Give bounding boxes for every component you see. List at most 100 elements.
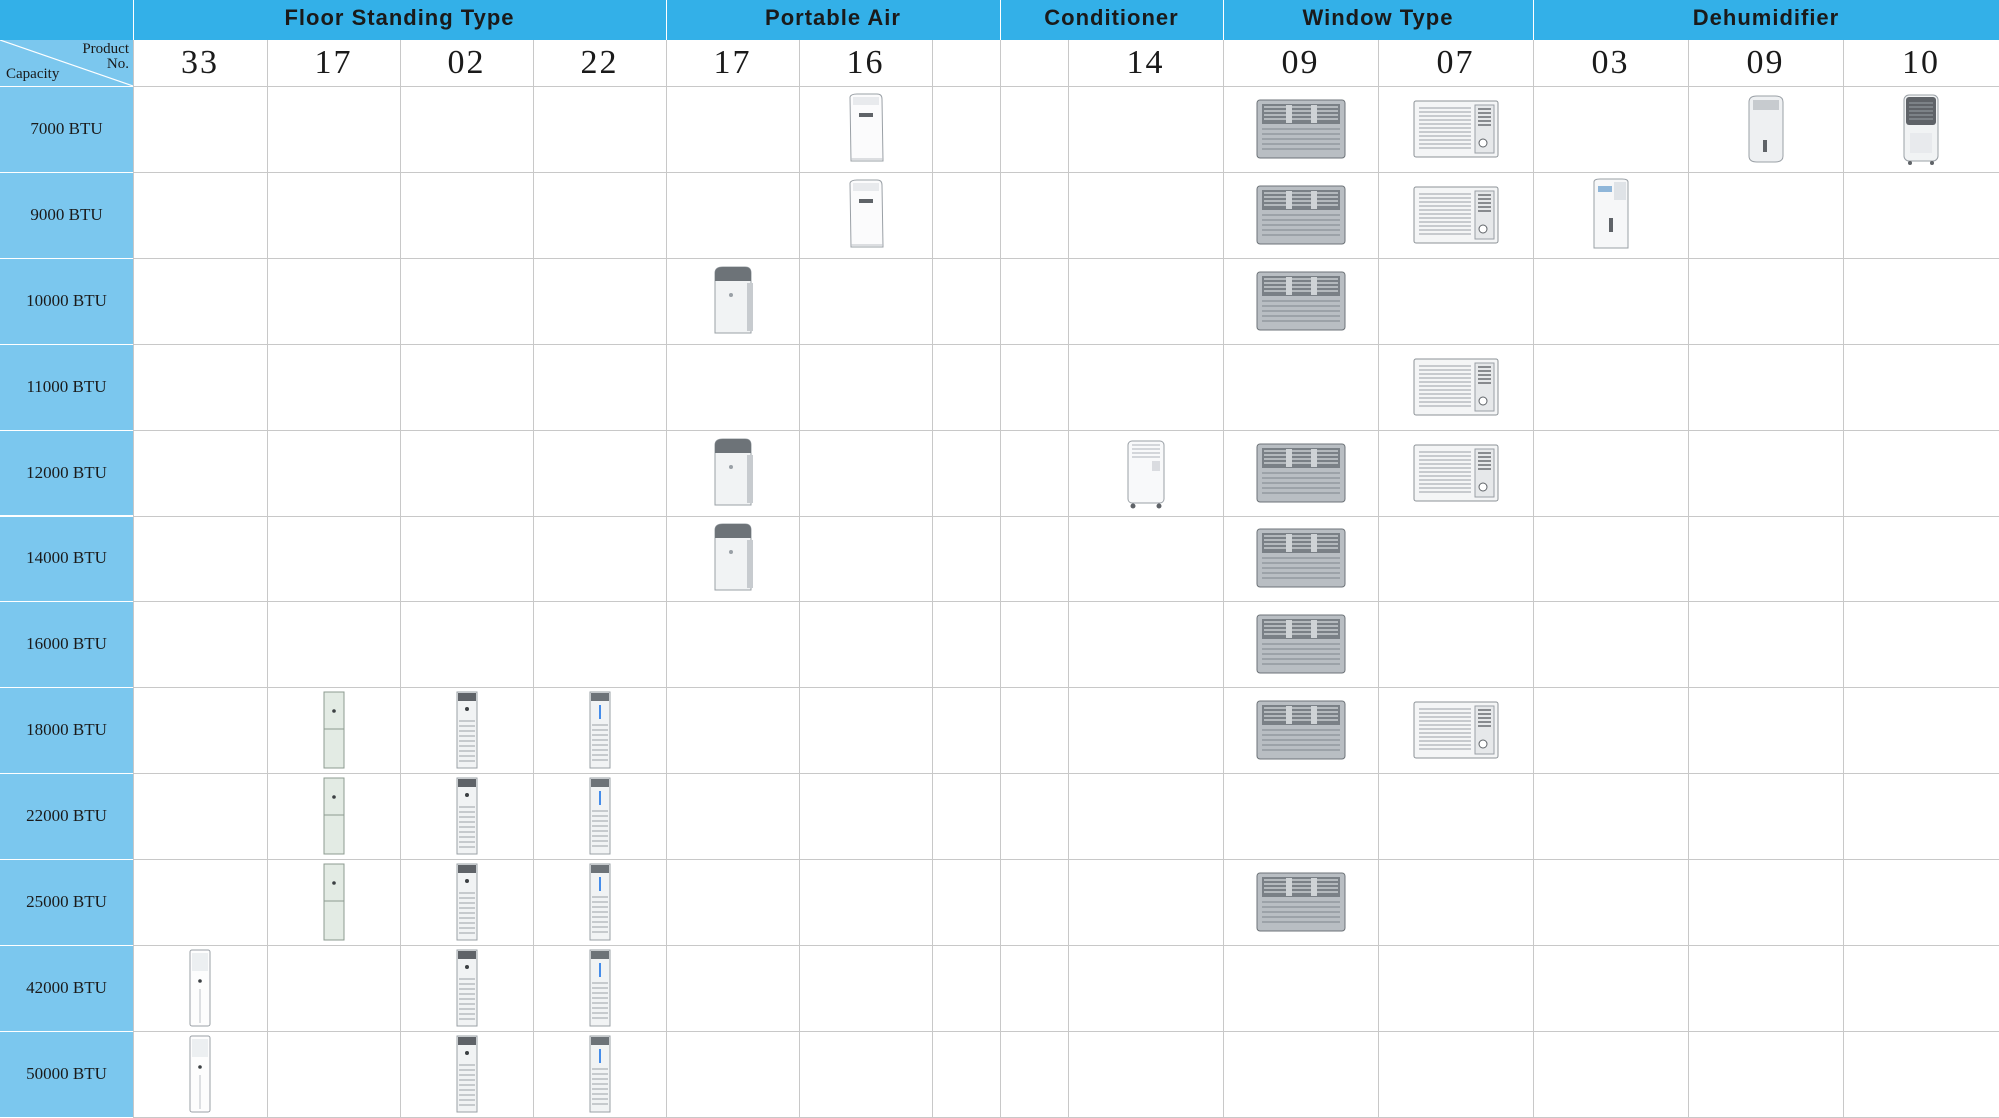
- portable-a-unit-icon: [714, 266, 753, 334]
- column-product-number: 07: [1436, 44, 1475, 81]
- grid-column-line: [533, 40, 534, 1117]
- dehum-a-unit-icon: [1748, 95, 1783, 163]
- grid-row-line: [133, 1030, 1999, 1032]
- header-separator: [1000, 0, 1001, 40]
- window-b-unit-icon: [1413, 358, 1498, 416]
- portable-c-unit-icon: [1127, 440, 1164, 509]
- category-header-window-type: Window Type: [1223, 0, 1533, 40]
- label-row-divider: [0, 601, 133, 603]
- column-product-number: 22: [580, 44, 619, 81]
- table-corner-cell: Product No. Capacity: [0, 40, 133, 86]
- column-product-number: 09: [1746, 44, 1785, 81]
- category-header-conditioner: Conditioner: [1000, 0, 1223, 40]
- row-capacity-label: 9000 BTU: [0, 171, 133, 258]
- corner-no-label: No.: [106, 56, 129, 72]
- floor-a-unit-icon: [189, 1035, 211, 1113]
- row-capacity-label: 10000 BTU: [0, 257, 133, 344]
- grid-row-line: [133, 859, 1999, 861]
- label-row-divider: [0, 86, 133, 87]
- portable-b-unit-icon: [848, 93, 884, 162]
- column-product-number: 14: [1126, 44, 1165, 81]
- column-product-number: 10: [1902, 44, 1940, 81]
- window-a-unit-icon: [1256, 528, 1345, 588]
- grid-column-line: [1533, 40, 1534, 1117]
- header-separator: [1533, 0, 1534, 40]
- floor-c-unit-icon: [456, 863, 477, 941]
- row-capacity-label: 11000 BTU: [0, 343, 133, 430]
- grid-column-line: [799, 40, 800, 1117]
- row-capacity-label: 14000 BTU: [0, 515, 133, 602]
- header-separator: [133, 0, 134, 40]
- grid-row-line: [133, 343, 1999, 345]
- grid-column-line: [1843, 40, 1844, 1117]
- column-product-number: 03: [1591, 44, 1630, 81]
- label-row-divider: [0, 945, 133, 946]
- dehum-b-unit-icon: [1903, 94, 1939, 165]
- window-a-unit-icon: [1256, 614, 1345, 674]
- row-capacity-label: 22000 BTU: [0, 773, 133, 860]
- grid-column-line: [1068, 40, 1069, 1117]
- floor-b-unit-icon: [323, 777, 344, 855]
- corner-capacity-label: Capacity: [6, 66, 60, 82]
- header-separator: [1223, 0, 1224, 40]
- floor-d-unit-icon: [589, 949, 610, 1027]
- column-product-number: [932, 40, 1000, 86]
- floor-d-unit-icon: [589, 691, 610, 769]
- portable-a-unit-icon: [714, 438, 753, 506]
- grid-row-line: [133, 515, 1999, 517]
- row-capacity-label: 18000 BTU: [0, 687, 133, 774]
- grid-row-line: [133, 171, 1999, 173]
- header-separator: [666, 0, 667, 40]
- grid-column-line: [400, 40, 401, 1117]
- column-product-number: 33: [181, 44, 219, 81]
- grid-row-line: [133, 687, 1999, 689]
- dehum-c-unit-icon: [1593, 178, 1628, 249]
- grid-row-line: [133, 86, 1999, 87]
- grid-column-line: [1688, 40, 1689, 1117]
- floor-b-unit-icon: [323, 691, 344, 769]
- grid-column-line: [666, 40, 667, 1117]
- grid-column-line: [267, 40, 268, 1117]
- window-a-unit-icon: [1256, 872, 1345, 932]
- column-product-number: 16: [846, 44, 885, 81]
- column-product-number: 17: [713, 44, 752, 81]
- product-capacity-table: Floor Standing Type Portable Air Condition…: [0, 0, 1999, 1118]
- window-a-unit-icon: [1256, 700, 1345, 760]
- row-capacity-label: 25000 BTU: [0, 859, 133, 945]
- window-a-unit-icon: [1256, 185, 1345, 245]
- floor-d-unit-icon: [589, 1035, 610, 1113]
- floor-c-unit-icon: [456, 691, 477, 769]
- label-row-divider: [0, 515, 133, 517]
- label-row-divider: [0, 1030, 133, 1032]
- window-b-unit-icon: [1413, 701, 1498, 759]
- grid-column-line: [1223, 40, 1224, 1117]
- label-row-divider: [0, 687, 133, 689]
- grid-column-line: [133, 40, 134, 1117]
- window-a-unit-icon: [1256, 271, 1345, 331]
- column-product-number: 02: [447, 44, 486, 81]
- window-a-unit-icon: [1256, 443, 1345, 503]
- category-header-portable-air: Portable Air: [666, 0, 1000, 40]
- grid-row-line: [133, 945, 1999, 946]
- label-row-divider: [0, 171, 133, 173]
- label-row-divider: [0, 429, 133, 431]
- portable-b-unit-icon: [848, 179, 884, 248]
- label-row-divider: [0, 257, 133, 259]
- grid-column-line: [1000, 40, 1001, 1117]
- floor-d-unit-icon: [589, 777, 610, 855]
- label-row-divider: [0, 859, 133, 861]
- window-b-unit-icon: [1413, 444, 1498, 502]
- window-a-unit-icon: [1256, 99, 1345, 159]
- floor-d-unit-icon: [589, 863, 610, 941]
- row-capacity-label: 12000 BTU: [0, 429, 133, 516]
- column-product-number: 17: [314, 44, 353, 81]
- grid-row-line: [133, 257, 1999, 259]
- grid-column-line: [1378, 40, 1379, 1117]
- column-product-number: 09: [1281, 44, 1320, 81]
- grid-column-line: [932, 40, 933, 1117]
- floor-c-unit-icon: [456, 777, 477, 855]
- grid-row-line: [133, 429, 1999, 431]
- window-b-unit-icon: [1413, 186, 1498, 244]
- label-row-divider: [0, 773, 133, 775]
- category-header-dehumidifier: Dehumidifier: [1533, 0, 1999, 40]
